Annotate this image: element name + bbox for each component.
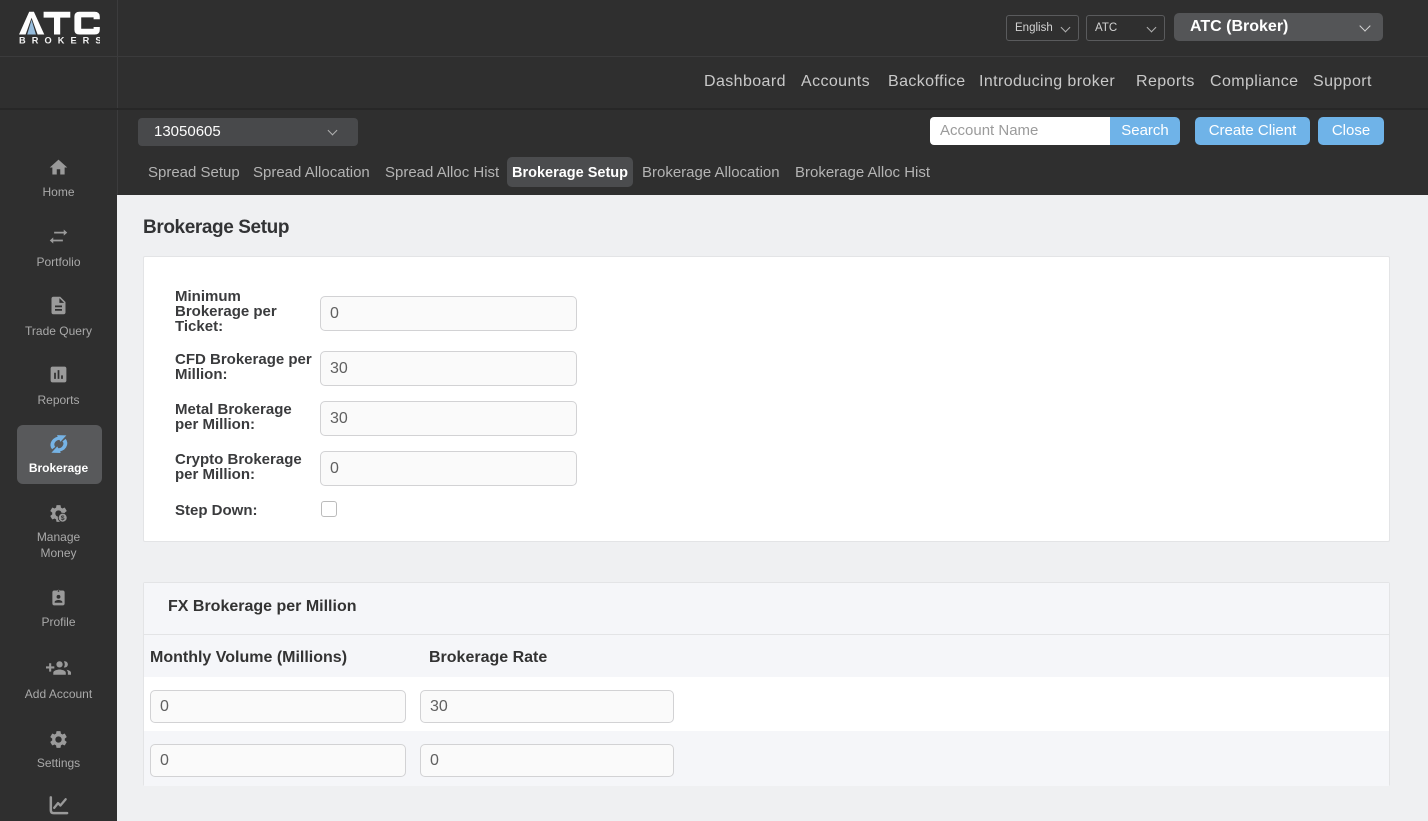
svg-text:$: $ [61,515,65,522]
svg-text:BROKERS: BROKERS [19,36,100,45]
